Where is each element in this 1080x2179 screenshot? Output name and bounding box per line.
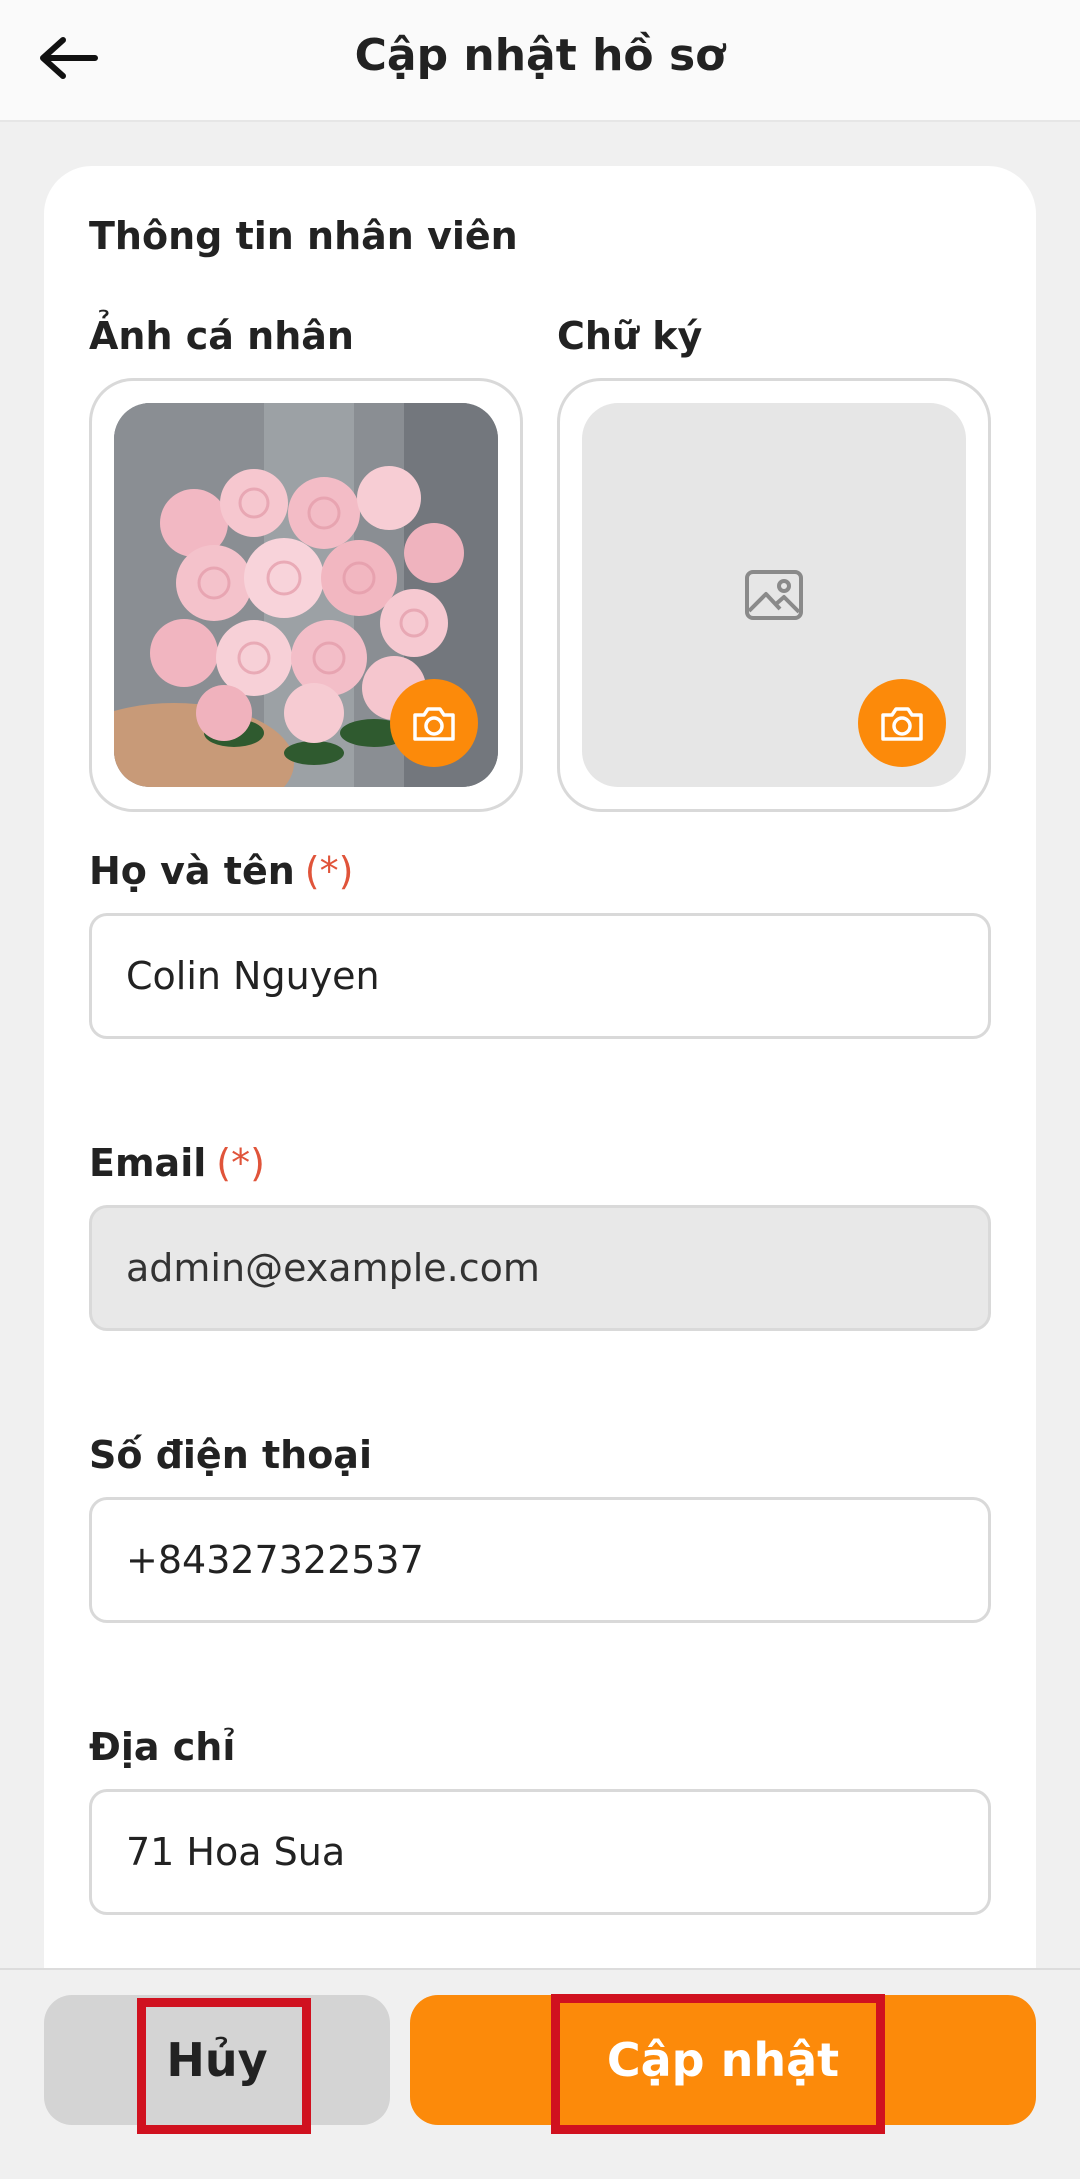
address-input[interactable]: 71 Hoa Sua <box>89 1789 991 1915</box>
email-input: admin@example.com <box>89 1205 991 1331</box>
signature-image-frame <box>582 403 966 787</box>
phone-label: Số điện thoại <box>89 1433 372 1477</box>
app-header: Cập nhật hồ sơ <box>0 0 1080 122</box>
full-name-label: Họ và tên (*) <box>89 849 353 893</box>
bottom-action-bar: Hủy Cập nhật <box>0 1968 1080 2179</box>
update-button[interactable]: Cập nhật <box>410 1995 1036 2125</box>
full-name-input[interactable]: Colin Nguyen <box>89 913 991 1039</box>
required-mark: (*) <box>304 849 354 893</box>
signature-label: Chữ ký <box>557 314 703 358</box>
phone-input[interactable]: +84327322537 <box>89 1497 991 1623</box>
full-name-label-text: Họ và tên <box>89 849 295 893</box>
avatar-upload[interactable] <box>89 378 523 812</box>
avatar-label: Ảnh cá nhân <box>89 314 354 358</box>
camera-icon <box>413 707 455 741</box>
camera-icon <box>881 707 923 741</box>
section-title: Thông tin nhân viên <box>89 214 518 258</box>
avatar-camera-button[interactable] <box>390 679 478 767</box>
cancel-button[interactable]: Hủy <box>44 1995 390 2125</box>
email-label: Email (*) <box>89 1141 265 1185</box>
email-label-text: Email <box>89 1141 207 1185</box>
signature-upload[interactable] <box>557 378 991 812</box>
profile-card: Thông tin nhân viên Ảnh cá nhân Chữ ký H… <box>44 166 1036 2026</box>
address-label: Địa chỉ <box>89 1725 236 1769</box>
required-mark: (*) <box>216 1141 265 1185</box>
signature-camera-button[interactable] <box>858 679 946 767</box>
avatar-image-frame <box>114 403 498 787</box>
page-title: Cập nhật hồ sơ <box>354 30 726 81</box>
image-placeholder-icon <box>745 570 803 620</box>
